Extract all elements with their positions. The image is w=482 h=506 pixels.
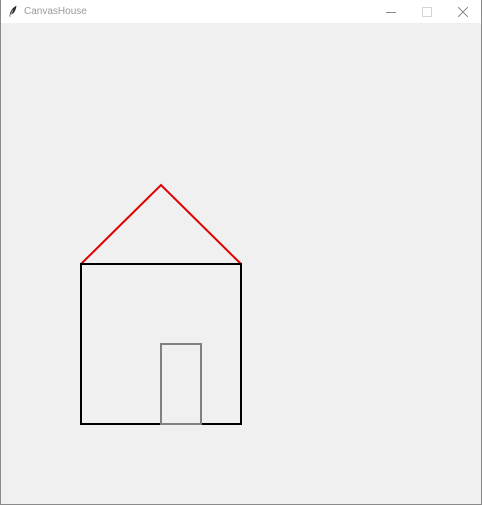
house-door: [160, 343, 202, 425]
house-roof: [80, 183, 242, 265]
maximize-button[interactable]: [409, 0, 445, 23]
app-window: CanvasHouse: [0, 0, 482, 505]
close-button[interactable]: [445, 0, 481, 23]
minimize-icon: [386, 11, 396, 13]
minimize-button[interactable]: [373, 0, 409, 23]
maximize-icon: [422, 6, 432, 17]
close-icon: [458, 6, 468, 17]
window-title: CanvasHouse: [24, 6, 87, 17]
feather-icon: [9, 5, 17, 18]
drawing-canvas[interactable]: [1, 23, 481, 504]
title-bar[interactable]: CanvasHouse: [1, 0, 481, 23]
